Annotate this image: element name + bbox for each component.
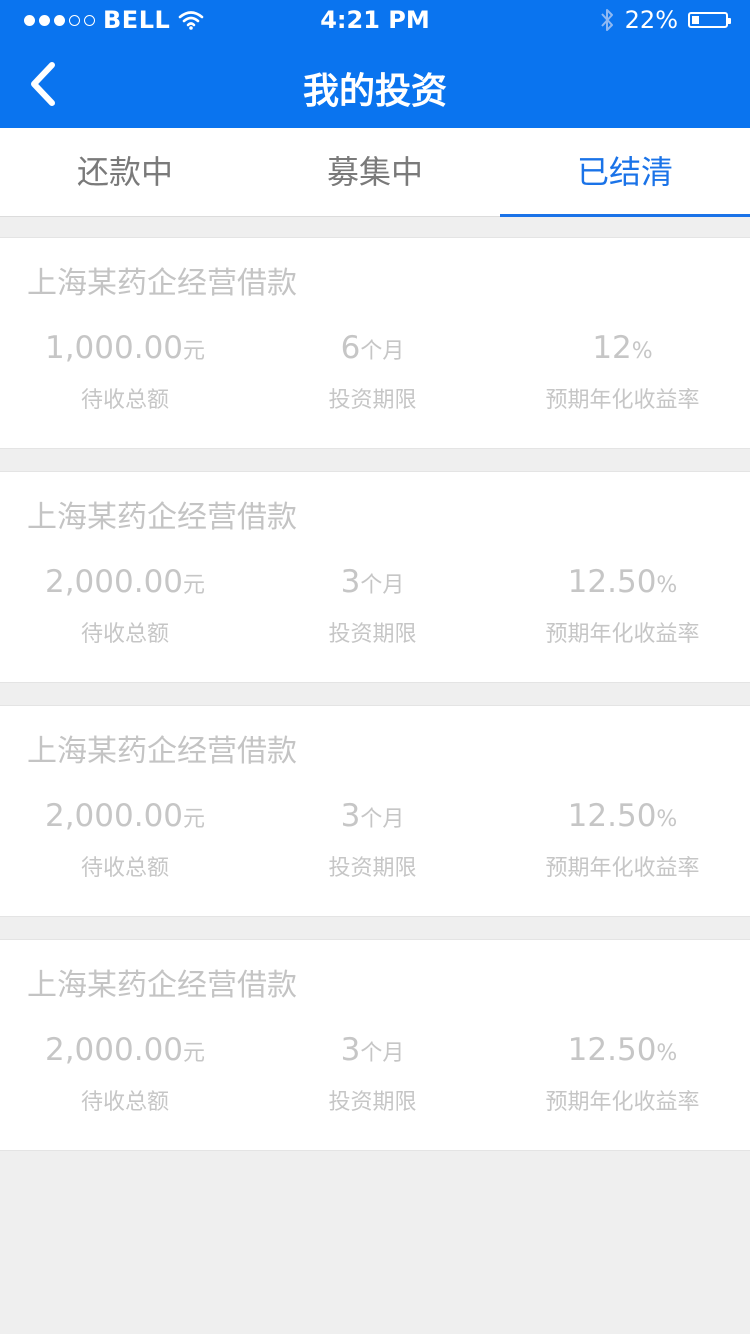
rate-number: 12.50: [567, 798, 657, 834]
amount-value: 2,000.00元: [0, 1030, 250, 1074]
rate-stat: 12.50% 预期年化收益率: [495, 1030, 750, 1116]
term-value: 3个月: [250, 562, 495, 606]
amount-label: 待收总额: [80, 856, 169, 881]
amount-unit: 元: [183, 1041, 206, 1066]
term-number: 3: [340, 798, 361, 834]
amount-value: 1,000.00元: [0, 328, 250, 372]
amount-stat: 2,000.00元 待收总额: [0, 1030, 250, 1116]
amount-label: 待收总额: [80, 388, 169, 413]
amount-number: 1,000.00: [44, 330, 184, 366]
term-stat: 6个月 投资期限: [250, 328, 495, 414]
investment-list: 上海某药企经营借款 1,000.00元 待收总额 6个月 投资期限 12% 预期…: [0, 217, 750, 1151]
rate-stat: 12.50% 预期年化收益率: [495, 562, 750, 648]
rate-unit: %: [656, 807, 678, 832]
term-number: 3: [340, 564, 361, 600]
tab-bar: 还款中 募集中 已结清: [0, 128, 750, 217]
amount-number: 2,000.00: [44, 798, 184, 834]
term-stat: 3个月 投资期限: [250, 562, 495, 648]
term-number: 6: [340, 330, 361, 366]
rate-number: 12.50: [567, 1032, 657, 1068]
status-right: 22%: [599, 6, 731, 34]
rate-value: 12%: [495, 328, 750, 372]
investment-card[interactable]: 上海某药企经营借款 1,000.00元 待收总额 6个月 投资期限 12% 预期…: [0, 237, 750, 449]
top-bar: BELL 4:21 PM 22% 我的投资: [0, 0, 750, 128]
amount-value: 2,000.00元: [0, 562, 250, 606]
investment-card[interactable]: 上海某药企经营借款 2,000.00元 待收总额 3个月 投资期限 12.50%…: [0, 471, 750, 683]
term-value: 3个月: [250, 1030, 495, 1074]
tab-settled[interactable]: 已结清: [500, 128, 750, 217]
status-bar: BELL 4:21 PM 22%: [0, 0, 750, 40]
term-unit: 个月: [360, 339, 405, 364]
term-unit: 个月: [360, 573, 405, 598]
investment-card[interactable]: 上海某药企经营借款 2,000.00元 待收总额 3个月 投资期限 12.50%…: [0, 939, 750, 1151]
rate-label: 预期年化收益率: [545, 1090, 700, 1115]
term-number: 3: [340, 1032, 361, 1068]
rate-number: 12.50: [567, 564, 657, 600]
term-value: 3个月: [250, 796, 495, 840]
term-stat: 3个月 投资期限: [250, 1030, 495, 1116]
card-stats: 2,000.00元 待收总额 3个月 投资期限 12.50% 预期年化收益率: [0, 562, 750, 648]
card-title: 上海某药企经营借款: [27, 266, 297, 301]
amount-stat: 2,000.00元 待收总额: [0, 562, 250, 648]
term-unit: 个月: [360, 1041, 405, 1066]
rate-value: 12.50%: [495, 796, 750, 840]
rate-unit: %: [656, 573, 678, 598]
card-title: 上海某药企经营借款: [27, 500, 297, 535]
rate-label: 预期年化收益率: [545, 622, 700, 647]
amount-value: 2,000.00元: [0, 796, 250, 840]
term-label: 投资期限: [328, 388, 417, 413]
amount-stat: 1,000.00元 待收总额: [0, 328, 250, 414]
rate-label: 预期年化收益率: [545, 856, 700, 881]
rate-label: 预期年化收益率: [545, 388, 700, 413]
bluetooth-icon: [600, 9, 613, 31]
rate-stat: 12% 预期年化收益率: [495, 328, 750, 414]
rate-unit: %: [656, 1041, 678, 1066]
rate-value: 12.50%: [495, 1030, 750, 1074]
card-stats: 2,000.00元 待收总额 3个月 投资期限 12.50% 预期年化收益率: [0, 796, 750, 882]
rate-stat: 12.50% 预期年化收益率: [495, 796, 750, 882]
battery-fill: [692, 16, 699, 24]
term-unit: 个月: [360, 807, 405, 832]
amount-stat: 2,000.00元 待收总额: [0, 796, 250, 882]
card-stats: 1,000.00元 待收总额 6个月 投资期限 12% 预期年化收益率: [0, 328, 750, 414]
card-title: 上海某药企经营借款: [27, 734, 297, 769]
rate-number: 12: [592, 330, 632, 366]
term-stat: 3个月 投资期限: [250, 796, 495, 882]
amount-unit: 元: [183, 339, 206, 364]
battery-icon: [688, 12, 731, 28]
term-label: 投资期限: [328, 856, 417, 881]
investment-card[interactable]: 上海某药企经营借款 2,000.00元 待收总额 3个月 投资期限 12.50%…: [0, 705, 750, 917]
amount-label: 待收总额: [80, 622, 169, 647]
battery-percent: 22%: [624, 6, 678, 34]
battery-tip: [728, 18, 731, 24]
term-value: 6个月: [250, 328, 495, 372]
term-label: 投资期限: [328, 622, 417, 647]
amount-unit: 元: [183, 807, 206, 832]
amount-number: 2,000.00: [44, 564, 184, 600]
page-title: 我的投资: [302, 71, 447, 112]
tab-raising[interactable]: 募集中: [250, 128, 500, 216]
amount-number: 2,000.00: [44, 1032, 184, 1068]
amount-label: 待收总额: [80, 1090, 169, 1115]
card-stats: 2,000.00元 待收总额 3个月 投资期限 12.50% 预期年化收益率: [0, 1030, 750, 1116]
rate-value: 12.50%: [495, 562, 750, 606]
amount-unit: 元: [183, 573, 206, 598]
nav-bar: 我的投资: [0, 40, 750, 128]
term-label: 投资期限: [328, 1090, 417, 1115]
card-title: 上海某药企经营借款: [27, 968, 297, 1003]
tab-repaying[interactable]: 还款中: [0, 128, 250, 216]
rate-unit: %: [631, 339, 653, 364]
